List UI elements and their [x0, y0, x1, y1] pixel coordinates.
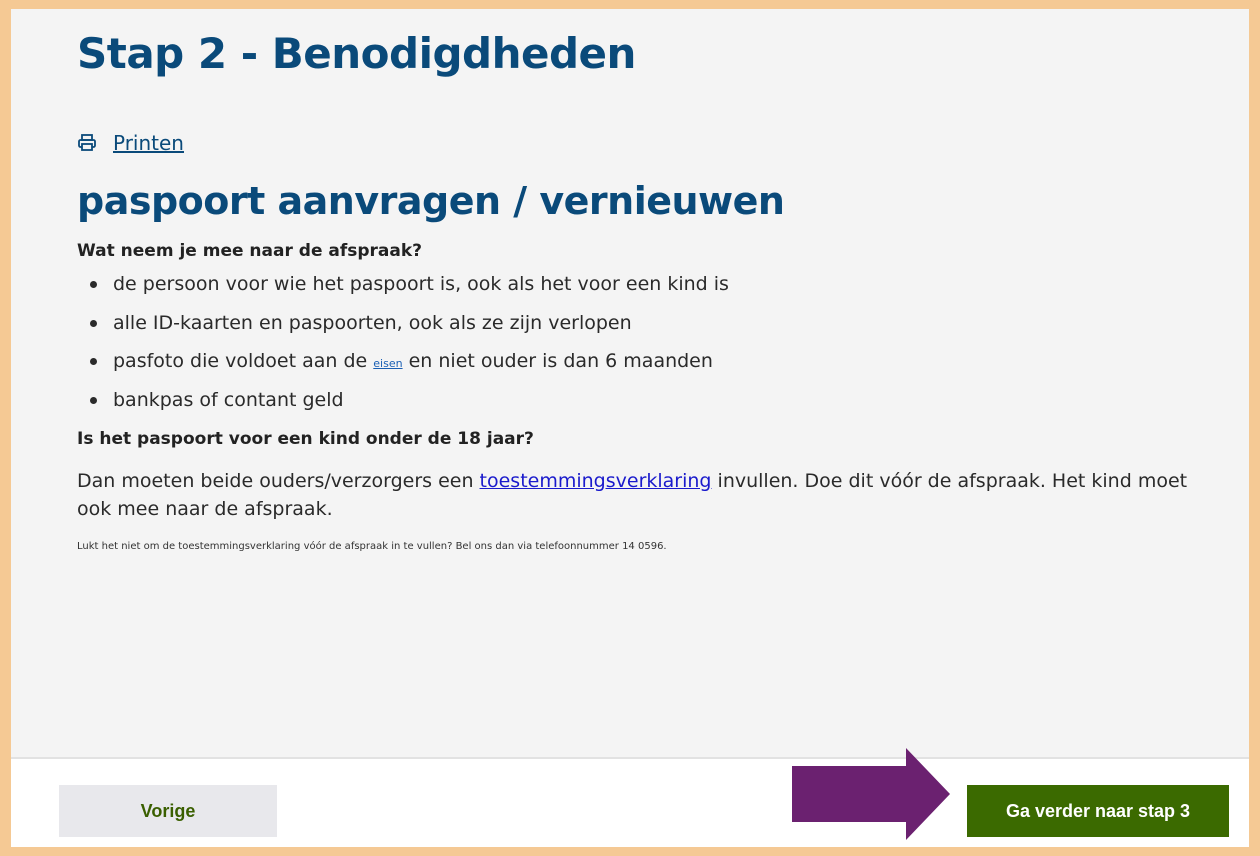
list-item-text-after: en niet ouder is dan 6 maanden: [402, 350, 713, 372]
section-title: paspoort aanvragen / vernieuwen: [77, 179, 785, 223]
help-note: Lukt het niet om de toestemmingsverklari…: [77, 541, 667, 552]
eisen-link[interactable]: eisen: [373, 357, 402, 370]
print-link[interactable]: Printen: [77, 131, 184, 155]
previous-button[interactable]: Vorige: [59, 785, 277, 837]
page-frame: Stap 2 - Benodigdheden Printen paspoort …: [11, 9, 1249, 847]
print-label: Printen: [113, 131, 184, 155]
requirements-list: de persoon voor wie het paspoort is, ook…: [77, 273, 729, 427]
list-item: de persoon voor wie het paspoort is, ook…: [77, 273, 729, 312]
paragraph-text-before: Dan moeten beide ouders/verzorgers een: [77, 470, 480, 492]
footer-nav: Vorige Ga verder naar stap 3: [11, 757, 1249, 847]
step-title: Stap 2 - Benodigdheden: [77, 29, 636, 78]
list-item-text-before: pasfoto die voldoet aan de: [113, 350, 374, 372]
question-child-under-18: Is het paspoort voor een kind onder de 1…: [77, 429, 534, 449]
list-item: alle ID-kaarten en paspoorten, ook als z…: [77, 312, 729, 351]
toestemmingsverklaring-link[interactable]: toestemmingsverklaring: [480, 470, 712, 492]
list-item: pasfoto die voldoet aan de eisen en niet…: [77, 350, 729, 389]
question-what-to-bring: Wat neem je mee naar de afspraak?: [77, 241, 423, 261]
printer-icon: [77, 133, 97, 153]
next-step-button[interactable]: Ga verder naar stap 3: [967, 785, 1229, 837]
list-item: bankpas of contant geld: [77, 389, 729, 428]
consent-paragraph: Dan moeten beide ouders/verzorgers een t…: [77, 467, 1207, 523]
